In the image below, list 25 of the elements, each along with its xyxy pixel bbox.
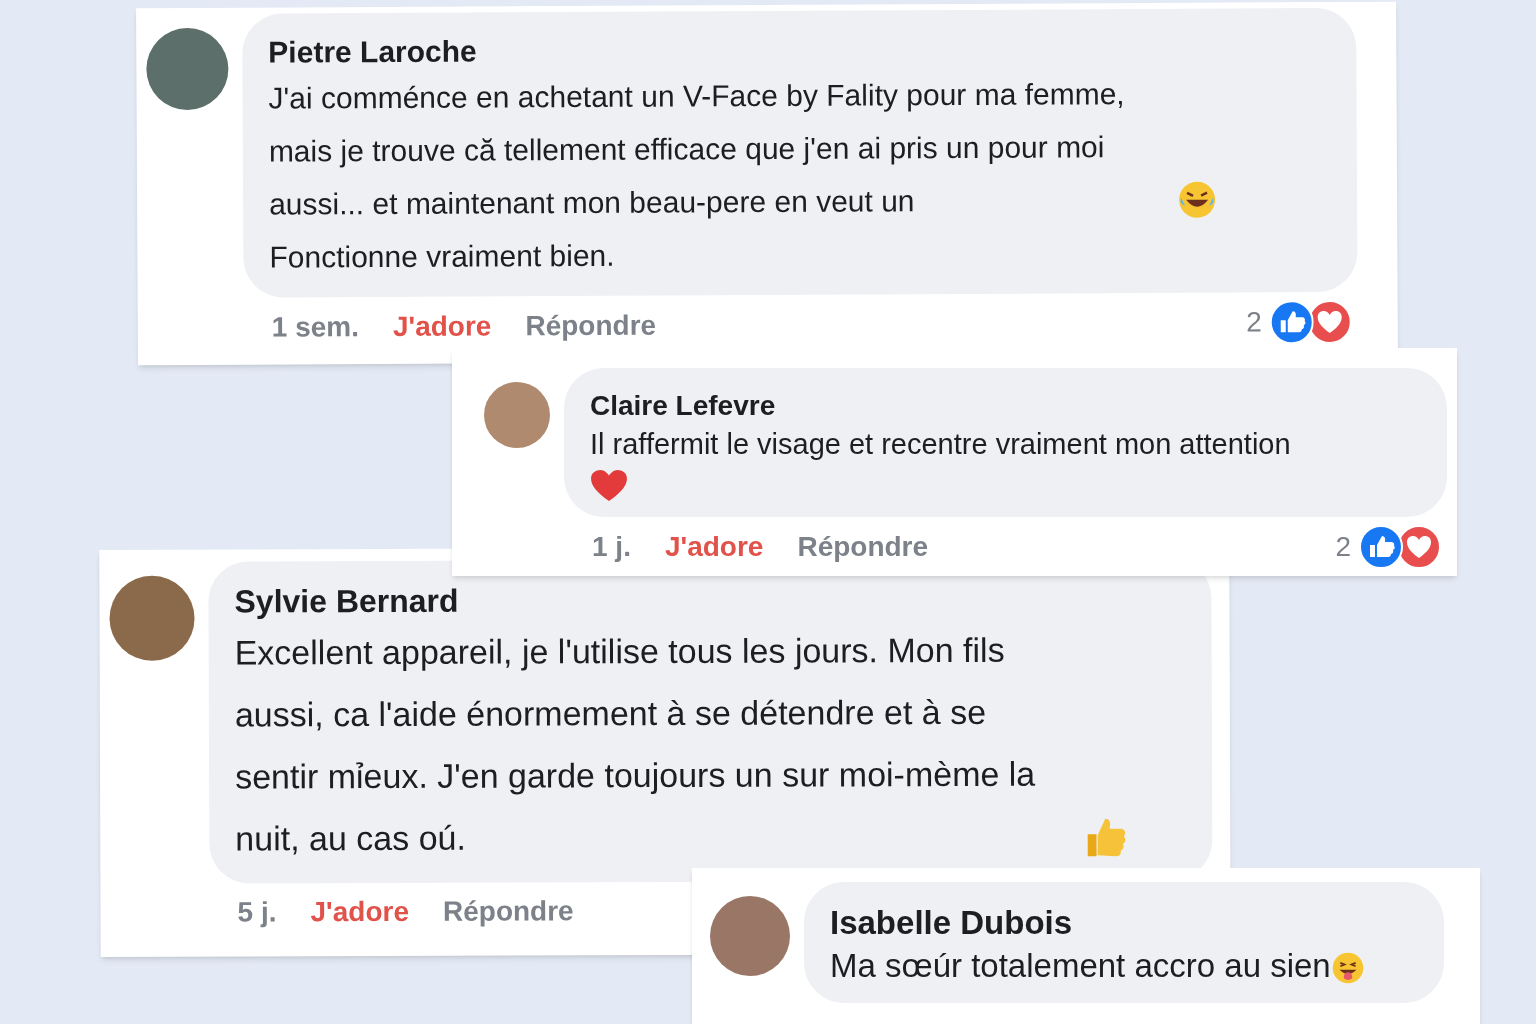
comment-text: Ma sœúr totalement accro au sien: [830, 946, 1331, 987]
love-reaction-link[interactable]: J'adore: [310, 890, 410, 934]
tongue-out-emoji-icon: [1330, 951, 1365, 986]
comment-text: J'ai comménce en achetant un V-Face by Fality pour ma femme, mais je trouve că tellement efficace que j'en ai pris un pour moi aussi... et maintenant mon beau-pere en veut un: [268, 75, 1126, 223]
reaction-count: 2: [1335, 530, 1351, 564]
reply-link[interactable]: Répondre: [525, 304, 657, 347]
heart-emoji-icon: [590, 469, 628, 503]
author-name[interactable]: Sylvie Bernard: [234, 580, 459, 622]
like-icon: [1359, 525, 1403, 569]
love-reaction-link[interactable]: J'adore: [664, 526, 764, 568]
like-icon: [1269, 299, 1314, 344]
timestamp: 1 sem.: [271, 309, 360, 345]
comment-text: Excellent appareil, je l'utilise tous les jours. Mon fils aussi, ca l'aide énormement à se détendre et à se sentir mỉeux. J'en garde toujours un sur moi-mème la nuit, au cas oú.: [234, 629, 1037, 860]
reaction-count: 2: [1246, 304, 1262, 339]
comment-text: Il raffermit le visage et recentre vraiment mon attention: [590, 427, 1291, 462]
comment-text: Fonctionne vraiment bien.: [269, 237, 615, 276]
author-name[interactable]: Pietre Laroche: [268, 32, 477, 72]
author-name[interactable]: Claire Lefevre: [590, 388, 776, 423]
timestamp: 5 j.: [237, 895, 277, 930]
reply-link[interactable]: Répondre: [797, 526, 929, 568]
reply-link[interactable]: Répondre: [442, 890, 574, 933]
laughing-emoji-icon: [1177, 179, 1218, 220]
author-name[interactable]: Isabelle Dubois: [830, 902, 1073, 944]
love-reaction-link[interactable]: J'adore: [392, 304, 492, 348]
timestamp: 1 j.: [592, 530, 631, 564]
